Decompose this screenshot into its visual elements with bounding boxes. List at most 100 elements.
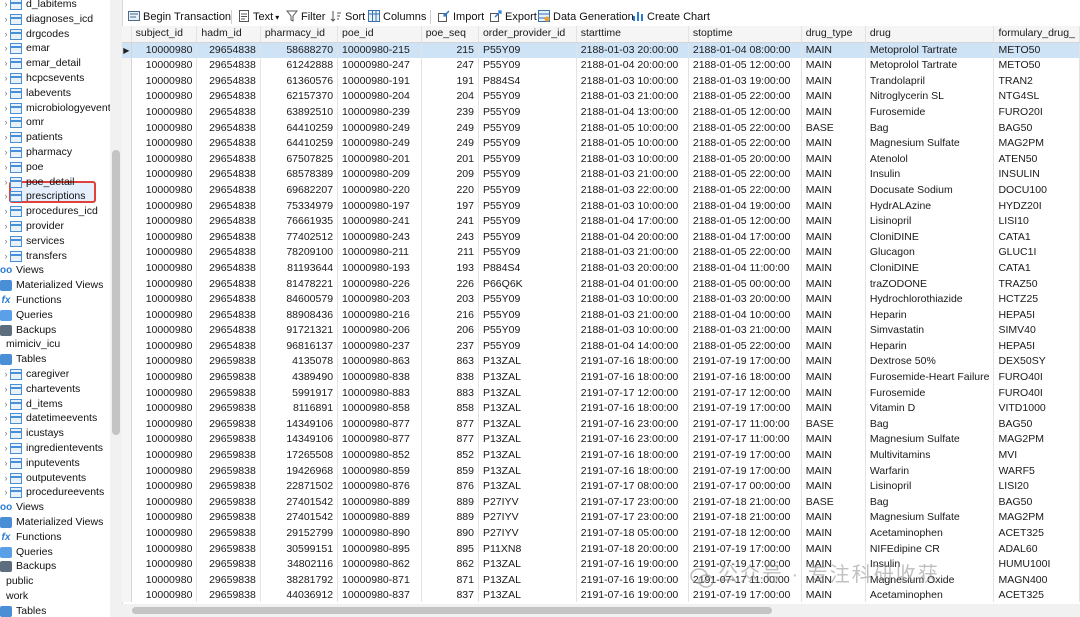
table-row[interactable]: 10000980 29659838 17265508 10000980-852 852 P… <box>122 448 1080 464</box>
table-cell[interactable]: 889 <box>421 510 479 526</box>
table-cell[interactable]: 10000980-889 <box>337 510 422 526</box>
table-cell[interactable]: 2188-01-04 13:00:00 <box>576 104 689 121</box>
begin-transaction-button[interactable]: Begin Transaction <box>128 8 231 26</box>
filter-button[interactable]: Filter <box>285 8 325 26</box>
table-cell[interactable]: P13ZAL <box>478 463 577 480</box>
table-cell[interactable]: 10000980 <box>131 245 198 261</box>
table-cell[interactable]: 10000980-895 <box>337 541 422 558</box>
table-cell[interactable]: 27401542 <box>260 494 339 511</box>
table-cell[interactable]: 84600579 <box>260 292 339 308</box>
chevron-right-icon[interactable]: › <box>2 219 10 234</box>
table-row[interactable]: 10000980 29654838 75334979 10000980-197 197 P… <box>122 198 1080 215</box>
table-cell[interactable]: Lisinopril <box>865 214 995 230</box>
table-cell[interactable]: MAIN <box>801 292 866 308</box>
table-cell[interactable]: 10000980-197 <box>337 198 422 215</box>
table-cell[interactable]: P55Y09 <box>478 167 577 183</box>
table-cell[interactable]: MAIN <box>801 323 866 339</box>
table-cell[interactable]: 29659838 <box>196 510 261 526</box>
table-cell[interactable]: 859 <box>421 463 479 480</box>
table-cell[interactable]: MAGN400 <box>993 572 1080 589</box>
sidebar-item[interactable]: › datetimeevents <box>0 411 110 426</box>
table-cell[interactable]: P13ZAL <box>478 572 577 589</box>
table-cell[interactable]: 2188-01-03 19:00:00 <box>688 73 802 90</box>
table-cell[interactable]: Insulin <box>865 167 995 183</box>
table-row[interactable]: 10000980 29654838 96816137 10000980-237 237 P… <box>122 338 1080 355</box>
row-indicator[interactable] <box>122 510 132 526</box>
sidebar-scrollbar[interactable] <box>110 0 122 617</box>
table-cell[interactable]: 2191-07-16 19:00:00 <box>576 572 689 589</box>
table-cell[interactable]: 2188-01-04 20:00:00 <box>576 58 689 74</box>
table-cell[interactable]: 241 <box>421 214 479 230</box>
chevron-right-icon[interactable]: › <box>2 485 10 500</box>
table-row[interactable]: 10000980 29654838 78209100 10000980-211 211 P… <box>122 245 1080 261</box>
row-indicator[interactable] <box>122 479 132 495</box>
table-cell[interactable]: P55Y09 <box>478 338 577 355</box>
table-cell[interactable]: MAIN <box>801 58 866 74</box>
table-cell[interactable]: MAIN <box>801 245 866 261</box>
table-cell[interactable]: MAIN <box>801 541 866 558</box>
table-cell[interactable]: 10000980 <box>131 292 198 308</box>
table-cell[interactable]: 29654838 <box>196 198 261 215</box>
table-cell[interactable]: MAIN <box>801 73 866 90</box>
table-cell[interactable]: 10000980 <box>131 463 198 480</box>
table-row[interactable]: 10000980 29659838 30599151 10000980-895 895 P… <box>122 541 1080 558</box>
table-cell[interactable]: 2191-07-16 18:00:00 <box>576 401 689 417</box>
table-cell[interactable]: 220 <box>421 182 479 199</box>
table-cell[interactable]: 2188-01-05 22:00:00 <box>688 245 802 261</box>
sidebar-item[interactable]: › prescriptions <box>0 189 110 204</box>
table-cell[interactable]: MAIN <box>801 479 866 495</box>
export-button[interactable]: Export <box>490 8 537 26</box>
table-cell[interactable]: 8116891 <box>260 401 339 417</box>
chevron-right-icon[interactable]: › <box>2 12 10 27</box>
table-cell[interactable]: P55Y09 <box>478 198 577 215</box>
table-row[interactable]: 10000980 29659838 4135078 10000980-863 863 P1… <box>122 354 1080 371</box>
table-cell[interactable]: 29659838 <box>196 526 261 542</box>
table-row[interactable]: 10000980 29654838 81193644 10000980-193 193 P… <box>122 260 1080 277</box>
table-cell[interactable]: 2191-07-18 05:00:00 <box>576 526 689 542</box>
table-cell[interactable]: 2191-07-18 12:00:00 <box>688 526 802 542</box>
column-header[interactable]: drug <box>865 26 995 43</box>
table-cell[interactable]: 96816137 <box>260 338 339 355</box>
table-cell[interactable]: 64410259 <box>260 136 339 152</box>
table-cell[interactable]: 10000980 <box>131 42 198 59</box>
table-cell[interactable]: 4135078 <box>260 354 339 371</box>
sidebar-item[interactable]: › chartevents <box>0 382 110 397</box>
table-cell[interactable]: P55Y09 <box>478 58 577 74</box>
table-cell[interactable]: 2188-01-04 01:00:00 <box>576 276 689 293</box>
table-row[interactable]: 10000980 29659838 22871502 10000980-876 876 P… <box>122 479 1080 495</box>
table-cell[interactable]: 10000980-883 <box>337 385 422 402</box>
column-header[interactable]: subject_id <box>131 26 198 43</box>
sidebar-item[interactable]: › d_items <box>0 397 110 412</box>
table-cell[interactable]: MAIN <box>801 42 866 59</box>
table-cell[interactable]: 838 <box>421 370 479 386</box>
sidebar-item[interactable]: › drgcodes <box>0 27 110 42</box>
sidebar-item[interactable]: › diagnoses_icd <box>0 12 110 27</box>
table-cell[interactable]: P27IYV <box>478 510 577 526</box>
table-cell[interactable]: WARF5 <box>993 463 1080 480</box>
table-row[interactable]: 10000980 29654838 76661935 10000980-241 241 P… <box>122 214 1080 230</box>
table-cell[interactable]: Furosemide <box>865 104 995 121</box>
table-cell[interactable]: 14349106 <box>260 432 339 449</box>
table-cell[interactable]: 61242888 <box>260 58 339 74</box>
table-cell[interactable]: 2188-01-05 22:00:00 <box>688 89 802 105</box>
table-cell[interactable]: 2188-01-03 20:00:00 <box>688 292 802 308</box>
table-cell[interactable]: 10000980-215 <box>337 42 422 59</box>
table-cell[interactable]: MAIN <box>801 104 866 121</box>
table-cell[interactable]: 10000980-863 <box>337 354 422 371</box>
table-cell[interactable]: 91721321 <box>260 323 339 339</box>
table-cell[interactable]: BASE <box>801 416 866 433</box>
chevron-right-icon[interactable]: › <box>2 86 10 101</box>
column-header[interactable]: hadm_id <box>196 26 261 43</box>
table-cell[interactable]: Multivitamins <box>865 448 995 464</box>
chevron-right-icon[interactable]: › <box>2 175 10 190</box>
table-cell[interactable]: 10000980 <box>131 432 198 449</box>
table-cell[interactable]: 10000980 <box>131 401 198 417</box>
table-cell[interactable]: 890 <box>421 526 479 542</box>
table-cell[interactable]: 27401542 <box>260 510 339 526</box>
table-cell[interactable]: 2188-01-03 21:00:00 <box>576 245 689 261</box>
table-cell[interactable]: 10000980 <box>131 214 198 230</box>
table-cell[interactable]: 2188-01-03 21:00:00 <box>576 89 689 105</box>
table-cell[interactable]: 2191-07-18 21:00:00 <box>688 510 802 526</box>
row-indicator[interactable] <box>122 416 132 433</box>
chevron-right-icon[interactable]: › <box>2 411 10 426</box>
